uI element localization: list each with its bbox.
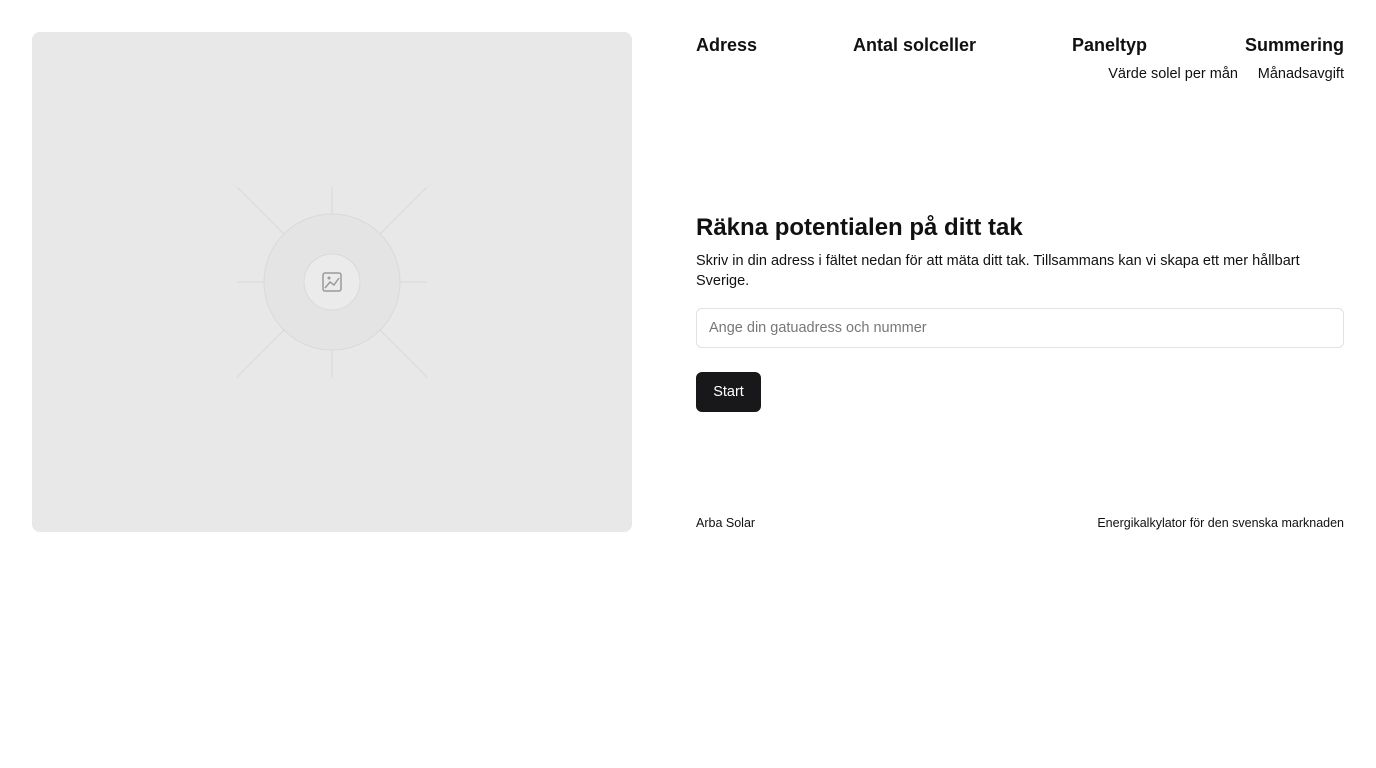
page-title: Räkna potentialen på ditt tak [696,214,1023,241]
image-placeholder-panel [32,32,632,532]
step-paneltyp: Paneltyp [1072,35,1148,55]
placeholder-graphic [236,186,428,378]
footer-brand: Arba Solar [696,516,756,530]
hero-section: Räkna potentialen på ditt tak Skriv in d… [696,212,1344,291]
page-description: Skriv in din adress i fältet nedan för a… [696,253,1300,289]
step-antal-solceller: Antal solceller [853,35,977,55]
address-input[interactable] [696,308,1344,348]
summary-item-varde-solel: Värde solel per mån [1108,66,1238,82]
start-button[interactable]: Start [696,372,761,412]
summary-item-manadsavgift: Månadsavgift [1257,66,1344,82]
step-summering: Summering [1244,35,1344,55]
step-adress: Adress [696,35,758,55]
step-navigation: Adress Antal solceller Paneltyp Summerin… [696,32,1344,92]
calculator-panel: Adress Antal solceller Paneltyp Summerin… [696,32,1344,532]
footer-tagline: Energikalkylator för den svenska marknad… [1097,516,1344,530]
